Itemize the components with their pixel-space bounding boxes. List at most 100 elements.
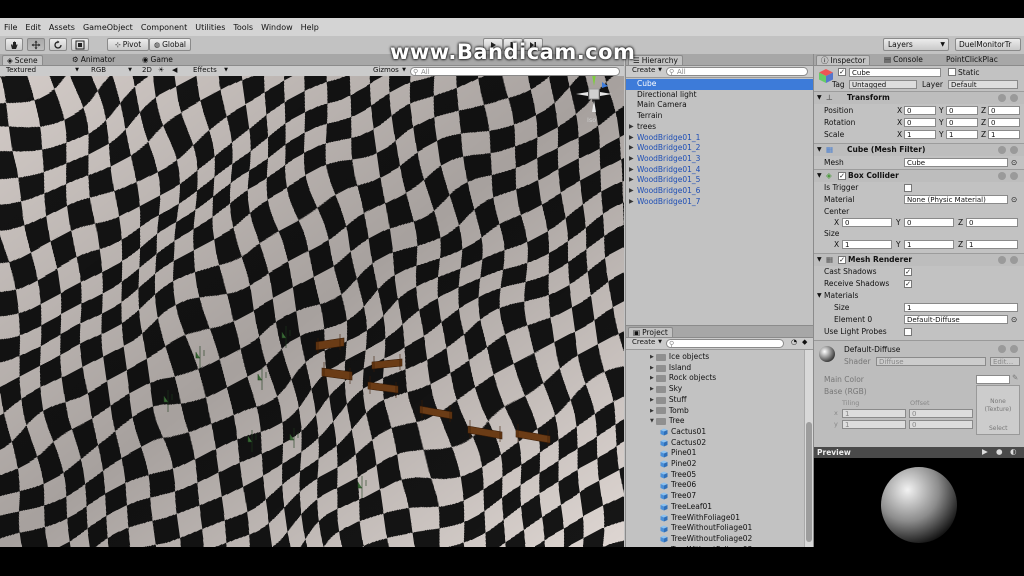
- draw-mode-dropdown[interactable]: Textured ▼: [3, 66, 81, 75]
- hierarchy-item[interactable]: ▶ WoodBridge01_1: [626, 133, 813, 144]
- tab-hierarchy[interactable]: ☰ Hierarchy: [628, 55, 683, 65]
- center-y-field[interactable]: 0: [904, 218, 954, 227]
- layer-dropdown[interactable]: Default: [948, 80, 1018, 89]
- project-asset-item[interactable]: TreeLeaf01: [660, 502, 712, 513]
- global-toggle[interactable]: ◍ Global: [149, 38, 191, 51]
- gear-icon[interactable]: [1010, 256, 1018, 264]
- shader-dropdown[interactable]: Diffuse: [876, 357, 986, 366]
- expand-arrow-icon[interactable]: ▶: [629, 175, 634, 186]
- menu-item-help[interactable]: Help: [297, 23, 323, 32]
- rotation-y-field[interactable]: 0: [946, 118, 978, 127]
- mesh-field[interactable]: Cube: [904, 158, 1008, 167]
- layers-dropdown[interactable]: Layers ▼: [883, 38, 949, 51]
- hierarchy-item[interactable]: ▶ WoodBridge01_2: [626, 143, 813, 154]
- size-x-field[interactable]: 1: [842, 240, 892, 249]
- object-active-checkbox[interactable]: ✓: [838, 68, 846, 76]
- project-create-dropdown[interactable]: Create ▼: [629, 338, 663, 347]
- help-icon[interactable]: [998, 146, 1006, 154]
- cast-shadows-checkbox[interactable]: ✓: [904, 268, 912, 276]
- hierarchy-item[interactable]: Main Camera: [626, 100, 813, 111]
- project-folder-item[interactable]: ▶ Rock objects: [650, 373, 716, 384]
- expand-arrow-icon[interactable]: ▶: [629, 165, 634, 176]
- scale-z-field[interactable]: 1: [988, 130, 1020, 139]
- static-checkbox[interactable]: [948, 68, 956, 76]
- project-asset-item[interactable]: Pine02: [660, 459, 696, 470]
- size-y-field[interactable]: 1: [904, 240, 954, 249]
- help-icon[interactable]: [998, 256, 1006, 264]
- project-asset-item[interactable]: Tree05: [660, 470, 696, 481]
- gear-icon[interactable]: [1010, 94, 1018, 102]
- expand-arrow-icon[interactable]: ▶: [629, 143, 634, 154]
- project-asset-item[interactable]: TreeWithoutFoliage02: [660, 534, 752, 545]
- scale-tool-button[interactable]: [71, 38, 89, 51]
- project-asset-item[interactable]: Tree07: [660, 491, 696, 502]
- 2d-toggle[interactable]: 2D: [139, 66, 153, 75]
- render-mode-dropdown[interactable]: RGB ▼: [88, 66, 134, 75]
- hierarchy-item[interactable]: Terrain: [626, 111, 813, 122]
- mesh-filter-header[interactable]: ▼ ▦ Cube (Mesh Filter): [814, 143, 1024, 156]
- offset-y-field[interactable]: 0: [909, 420, 973, 429]
- mesh-renderer-header[interactable]: ▼ ▦ ✓ Mesh Renderer: [814, 253, 1024, 266]
- help-icon[interactable]: [998, 94, 1006, 102]
- menu-item-utilities[interactable]: Utilities: [191, 23, 229, 32]
- audio-toggle[interactable]: ◀: [169, 66, 181, 75]
- position-z-field[interactable]: 0: [988, 106, 1020, 115]
- menu-item-tools[interactable]: Tools: [229, 23, 257, 32]
- scale-y-field[interactable]: 1: [946, 130, 978, 139]
- hierarchy-item[interactable]: Directional light: [626, 90, 813, 101]
- tab-console[interactable]: ▤ Console: [880, 55, 927, 65]
- tab-inspector[interactable]: ⓘ Inspector: [816, 55, 871, 65]
- size-z-field[interactable]: 1: [966, 240, 1018, 249]
- expand-arrow-icon[interactable]: ▶: [650, 363, 654, 374]
- box-collider-header[interactable]: ▼ ◈ ✓ Box Collider: [814, 169, 1024, 182]
- filter-by-label-button[interactable]: ◆: [799, 338, 809, 347]
- texture-slot[interactable]: None (Texture) Select: [976, 385, 1020, 435]
- expand-arrow-icon[interactable]: ▼: [650, 416, 654, 427]
- hierarchy-item[interactable]: Cube: [626, 79, 813, 90]
- help-icon[interactable]: [998, 345, 1006, 353]
- menu-item-edit[interactable]: Edit: [21, 23, 45, 32]
- main-color-swatch[interactable]: [976, 375, 1010, 384]
- light-probes-checkbox[interactable]: [904, 328, 912, 336]
- rotation-z-field[interactable]: 0: [988, 118, 1020, 127]
- preview-light-icon[interactable]: ◐: [1010, 447, 1017, 456]
- expand-arrow-icon[interactable]: ▶: [650, 406, 654, 417]
- menu-item-component[interactable]: Component: [137, 23, 191, 32]
- object-picker-icon[interactable]: ⊙: [1011, 194, 1017, 205]
- project-asset-item[interactable]: Pine01: [660, 448, 696, 459]
- offset-x-field[interactable]: 0: [909, 409, 973, 418]
- tiling-x-field[interactable]: 1: [842, 409, 906, 418]
- gizmos-dropdown[interactable]: Gizmos ▼: [370, 66, 406, 75]
- project-folder-item[interactable]: ▼ Tree: [650, 416, 685, 427]
- object-name-field[interactable]: Cube: [849, 68, 941, 77]
- material-preview-sphere[interactable]: [814, 458, 1024, 547]
- gear-icon[interactable]: [1010, 345, 1018, 353]
- gizmo-projection-label[interactable]: Iso: [587, 116, 596, 124]
- project-scrollbar-thumb[interactable]: [806, 422, 812, 542]
- mesh-renderer-enabled-checkbox[interactable]: ✓: [838, 256, 846, 264]
- position-x-field[interactable]: 0: [904, 106, 936, 115]
- project-search-input[interactable]: ⚲: [666, 339, 784, 348]
- project-folder-item[interactable]: ▶ Island: [650, 363, 691, 374]
- tag-dropdown[interactable]: Untagged: [849, 80, 917, 89]
- tiling-y-field[interactable]: 1: [842, 420, 906, 429]
- center-z-field[interactable]: 0: [966, 218, 1018, 227]
- scene-search-input[interactable]: ⚲ All: [410, 67, 620, 76]
- project-folder-item[interactable]: ▶ Ice objects: [650, 352, 709, 363]
- menu-item-window[interactable]: Window: [257, 23, 297, 32]
- menu-item-assets[interactable]: Assets: [45, 23, 79, 32]
- scale-x-field[interactable]: 1: [904, 130, 936, 139]
- expand-arrow-icon[interactable]: ▶: [629, 197, 634, 208]
- gear-icon[interactable]: [1010, 172, 1018, 180]
- project-asset-item[interactable]: TreeWithFoliage01: [660, 513, 740, 524]
- scene-viewport[interactable]: Iso: [0, 76, 624, 547]
- hierarchy-search-input[interactable]: ⚲ All: [666, 67, 808, 76]
- project-folder-item[interactable]: ▶ Sky: [650, 384, 682, 395]
- preview-play-icon[interactable]: ▶: [982, 447, 988, 456]
- transform-header[interactable]: ▼ ⊥ Transform: [814, 91, 1024, 104]
- expand-arrow-icon[interactable]: ▶: [629, 154, 634, 165]
- position-y-field[interactable]: 0: [946, 106, 978, 115]
- gear-icon[interactable]: [1010, 146, 1018, 154]
- is-trigger-checkbox[interactable]: [904, 184, 912, 192]
- tab-scene[interactable]: ◈ Scene: [2, 55, 43, 65]
